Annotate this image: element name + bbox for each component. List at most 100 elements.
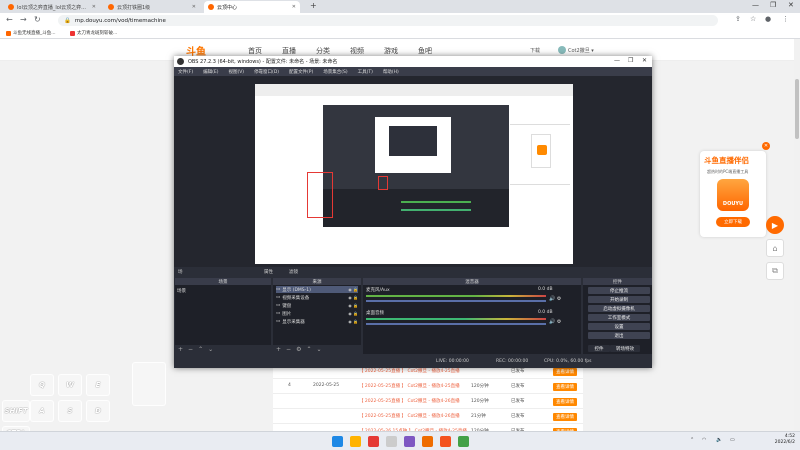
speaker-icon[interactable]: 🔊 ⚙ xyxy=(549,296,561,302)
visibility-icon[interactable]: ◉ 🔒 xyxy=(348,311,358,316)
taskbar-app-icon[interactable] xyxy=(368,436,379,447)
view-details-button[interactable]: 查看详情 xyxy=(553,398,577,406)
scrollbar-thumb[interactable] xyxy=(795,79,799,139)
ad-close-icon[interactable]: ✕ xyxy=(762,142,770,150)
browser-tab[interactable]: lol云顶之弈直播_lol云顶之弈... ✕ xyxy=(4,1,100,13)
menu-view[interactable]: 视图(V) xyxy=(228,69,244,75)
taskbar-app-icon[interactable] xyxy=(404,436,415,447)
view-details-button[interactable]: 查看详情 xyxy=(553,413,577,421)
maximize-icon[interactable]: ❐ xyxy=(770,1,776,9)
username[interactable]: Cot2撒旦 ▾ xyxy=(568,47,594,54)
clock[interactable]: 4:52 2022/6/2 xyxy=(757,434,795,446)
menu-scene-collection[interactable]: 场景集合(S) xyxy=(323,69,347,75)
taskbar-app-icon[interactable] xyxy=(350,436,361,447)
source-item[interactable]: ▭ 视频采集设备 ◉ 🔒 xyxy=(276,294,358,301)
menu-profile[interactable]: 配置文件(P) xyxy=(289,69,313,75)
close-tab-icon[interactable]: ✕ xyxy=(192,4,196,10)
address-bar[interactable]: 🔒 mp.douyu.com/vod/timemachine xyxy=(58,15,718,26)
volume-slider[interactable] xyxy=(366,323,546,325)
bookmark-item[interactable]: 斗鱼无线直播_斗鱼... xyxy=(6,30,56,36)
reload-icon[interactable]: ↻ xyxy=(34,15,41,24)
ad-download-button[interactable]: 立即下载 xyxy=(716,217,750,227)
menu-help[interactable]: 帮助(H) xyxy=(383,69,399,75)
scene-item[interactable]: 场景 xyxy=(177,288,186,294)
nav-category[interactable]: 分类 xyxy=(316,46,330,56)
taskbar-app-icon[interactable] xyxy=(458,436,469,447)
menu-edit[interactable]: 编辑(E) xyxy=(203,69,218,75)
nav-live[interactable]: 直播 xyxy=(282,46,296,56)
close-tab-icon[interactable]: ✕ xyxy=(292,4,296,10)
add-icon[interactable]: + xyxy=(178,346,183,353)
view-details-button[interactable]: 查看详情 xyxy=(553,383,577,391)
profile-icon[interactable]: ● xyxy=(765,15,771,23)
source-item[interactable]: ▭ 图片 ◉ 🔒 xyxy=(276,310,358,317)
row-title-link[interactable]: 【 2022-05-25直播 】 Cot2撒旦 - 播放4-25直播 xyxy=(359,383,460,389)
nav-yuba[interactable]: 鱼吧 xyxy=(418,46,432,56)
search-icon[interactable] xyxy=(386,436,397,447)
star-icon[interactable]: ☆ xyxy=(750,15,756,23)
taskbar-app-icon[interactable] xyxy=(422,436,433,447)
remove-icon[interactable]: − xyxy=(188,346,193,353)
menu-tools[interactable]: 工具(T) xyxy=(358,69,373,75)
chevron-up-icon[interactable]: ⌃ xyxy=(690,437,694,443)
minimize-icon[interactable]: — xyxy=(752,1,759,9)
avatar[interactable] xyxy=(558,46,566,54)
download-link[interactable]: 下载 xyxy=(530,47,540,54)
row-title-link[interactable]: 【 2022-05-25直播 】 Cot2撒旦 - 播放4-25直播 xyxy=(359,368,460,374)
move-down-icon[interactable]: ⌄ xyxy=(208,346,213,353)
virtual-camera-button[interactable]: 启动虚拟摄像机 xyxy=(588,305,650,312)
visibility-icon[interactable]: ◉ 🔒 xyxy=(348,287,358,292)
bookmark-item[interactable]: 太刀青龙斑刻斩破... xyxy=(70,30,117,36)
menu-file[interactable]: 文件(F) xyxy=(178,69,193,75)
view-details-button[interactable]: 查看详情 xyxy=(553,368,577,376)
nav-home[interactable]: 首页 xyxy=(248,46,262,56)
minimize-icon[interactable]: — xyxy=(614,57,620,64)
tab-transitions[interactable]: 转场特效 xyxy=(610,345,640,352)
exit-button[interactable]: 退出 xyxy=(588,332,650,339)
speaker-icon[interactable]: 🔈 xyxy=(716,437,722,443)
forward-icon[interactable]: → xyxy=(20,15,27,24)
source-item[interactable]: ▭ 显示采集器 ◉ 🔒 xyxy=(276,318,358,325)
start-icon[interactable] xyxy=(332,436,343,447)
gear-icon[interactable]: ⚙ xyxy=(296,346,301,353)
browser-tab-active[interactable]: 云顶中心 ✕ xyxy=(204,1,300,13)
visibility-icon[interactable]: ◉ 🔒 xyxy=(348,295,358,300)
properties-button[interactable]: 属性 xyxy=(264,269,273,275)
move-down-icon[interactable]: ⌄ xyxy=(316,346,321,353)
studio-mode-button[interactable]: 工作室模式 xyxy=(588,314,650,321)
battery-icon[interactable]: ▭ xyxy=(730,437,735,443)
new-tab-button[interactable]: + xyxy=(310,1,317,10)
home-icon[interactable]: ⌂ xyxy=(766,239,784,257)
row-title-link[interactable]: 【 2022-05-25直播 】 Cot2撒旦 - 播放4-26直播 xyxy=(359,413,460,419)
volume-slider[interactable] xyxy=(366,300,546,302)
visibility-icon[interactable]: ◉ 🔒 xyxy=(348,303,358,308)
obs-preview[interactable] xyxy=(174,76,652,267)
close-tab-icon[interactable]: ✕ xyxy=(92,4,96,10)
row-title-link[interactable]: 【 2022-05-25直播 】 Cot2撒旦 - 播放4-26直播 xyxy=(359,398,460,404)
share-icon[interactable]: ⇪ xyxy=(735,15,741,23)
source-item[interactable]: ▭ 显示 (DMS-1) ◉ 🔒 xyxy=(276,286,358,293)
source-item[interactable]: ▭ 键盘 ◉ 🔒 xyxy=(276,302,358,309)
settings-button[interactable]: 设置 xyxy=(588,323,650,330)
close-window-icon[interactable]: ✕ xyxy=(642,57,647,64)
close-window-icon[interactable]: ✕ xyxy=(788,1,794,9)
menu-icon[interactable]: ⋮ xyxy=(782,15,789,23)
add-icon[interactable]: + xyxy=(276,346,281,353)
start-recording-button[interactable]: 开始录制 xyxy=(588,296,650,303)
move-up-icon[interactable]: ⌃ xyxy=(306,346,311,353)
play-icon[interactable]: ▶ xyxy=(766,216,784,234)
back-icon[interactable]: ← xyxy=(6,15,13,24)
menu-docks[interactable]: 停靠窗口(D) xyxy=(254,69,279,75)
nav-video[interactable]: 视频 xyxy=(350,46,364,56)
speaker-icon[interactable]: 🔊 ⚙ xyxy=(549,319,561,325)
nav-games[interactable]: 游戏 xyxy=(384,46,398,56)
visibility-icon[interactable]: ◉ 🔒 xyxy=(348,319,358,324)
stop-streaming-button[interactable]: 停止推流 xyxy=(588,287,650,294)
remove-icon[interactable]: − xyxy=(286,346,291,353)
browser-tab[interactable]: 云顶打铁圈1级 ✕ xyxy=(104,1,200,13)
screen-share-icon[interactable]: ⧉ xyxy=(766,262,784,280)
maximize-icon[interactable]: ❐ xyxy=(628,57,633,64)
taskbar-app-icon[interactable] xyxy=(440,436,451,447)
move-up-icon[interactable]: ⌃ xyxy=(198,346,203,353)
filters-button[interactable]: 滤镜 xyxy=(289,269,298,275)
